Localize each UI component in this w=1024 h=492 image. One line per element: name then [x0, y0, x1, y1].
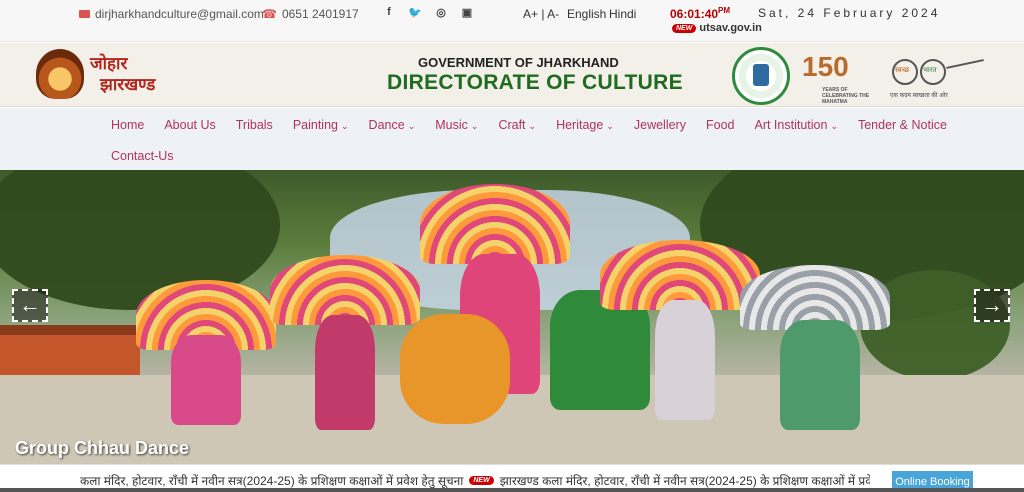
nav-item-art-institution[interactable]: Art Institution ⌄: [754, 118, 838, 132]
current-date: Sat, 24 February 2024: [758, 6, 941, 20]
nav-label[interactable]: Tribals: [236, 118, 273, 132]
phone-text: 0651 2401917: [281, 7, 359, 21]
ticker-text[interactable]: कला मंदिर, होटवार, राँची में नवीन सत्र(2…: [80, 472, 870, 489]
nav-label[interactable]: About Us: [164, 118, 215, 132]
twitter-icon[interactable]: 🐦: [402, 6, 428, 19]
dancer-headdress: [420, 184, 570, 264]
new-badge: NEW: [672, 23, 697, 33]
youtube-icon[interactable]: ▣: [454, 6, 480, 19]
slider-prev-button[interactable]: ←: [12, 289, 48, 322]
sb-tagline: एक कदम स्वच्छता की ओर: [890, 93, 948, 99]
chevron-down-icon: ⌄: [830, 121, 838, 131]
nav-label[interactable]: Contact-Us: [111, 149, 174, 163]
nav-label[interactable]: Craft: [498, 118, 525, 132]
chevron-down-icon: ⌄: [528, 121, 537, 131]
new-badge: NEW: [469, 476, 494, 485]
johar-jharkhand-logo[interactable]: [36, 49, 84, 99]
lang-hindi[interactable]: Hindi: [609, 7, 636, 21]
nav-item-tribals[interactable]: Tribals: [236, 118, 273, 132]
arrow-left-icon: ←: [19, 292, 41, 317]
utsav-link-text[interactable]: utsav.gov.in: [699, 22, 762, 34]
mail-icon: [79, 10, 90, 18]
phone-icon: ☎: [262, 7, 277, 21]
nav-label[interactable]: Art Institution: [754, 118, 827, 132]
gandhi-150-logo: 150 YEARS OF CELEBRATING THE MAHATMA: [802, 51, 874, 105]
nav-label[interactable]: Music: [435, 118, 468, 132]
nav-item-painting[interactable]: Painting ⌄: [293, 118, 349, 132]
utsav-link[interactable]: NEW utsav.gov.in: [672, 22, 762, 34]
nav-label[interactable]: Painting: [293, 118, 338, 132]
logo-text-line1: जोहार: [90, 54, 128, 73]
nav-item-about-us[interactable]: About Us: [164, 118, 215, 132]
nav-label[interactable]: Food: [706, 118, 735, 132]
dancer-figure: [270, 255, 420, 435]
main-nav: Home About Us Tribals Painting ⌄ Dance ⌄ M…: [0, 108, 1024, 170]
site-header: जोहार झारखण्ड GOVERNMENT OF JHARKHAND DI…: [0, 43, 1024, 107]
arrow-right-icon: →: [981, 292, 1003, 317]
sb-word1: स्वच्छ: [895, 67, 910, 74]
facebook-icon[interactable]: f: [376, 6, 402, 19]
logo-150-number: 150: [802, 51, 849, 82]
nav-label[interactable]: Heritage: [556, 118, 603, 132]
email-contact[interactable]: dirjharkhandculture@gmail.com: [79, 7, 264, 21]
nav-row-1: Home About Us Tribals Painting ⌄ Dance ⌄ M…: [111, 118, 947, 132]
nav-item-home[interactable]: Home: [111, 118, 144, 132]
live-clock: 06:01:40PM: [670, 6, 730, 21]
page-bottom-bar: [0, 488, 1024, 492]
swachh-bharat-logo: स्वच्छ भारत एक कदम स्वच्छता की ओर: [888, 51, 988, 99]
chevron-down-icon: ⌄: [341, 121, 349, 131]
dancer-body: [780, 320, 860, 430]
chevron-down-icon: ⌄: [470, 121, 479, 131]
dancer-figure: [136, 280, 276, 450]
clock-ampm: PM: [718, 6, 731, 15]
ticker-item[interactable]: कला मंदिर, होटवार, राँची में नवीन सत्र(2…: [80, 472, 463, 489]
nav-item-dance[interactable]: Dance ⌄: [369, 118, 416, 132]
nav-label[interactable]: Tender & Notice: [858, 118, 947, 132]
lang-english-label[interactable]: English: [567, 7, 606, 21]
lang-hindi-label[interactable]: Hindi: [609, 7, 636, 21]
lion-figure: [400, 314, 510, 424]
nav-label[interactable]: Home: [111, 118, 144, 132]
instagram-icon[interactable]: ◎: [428, 6, 454, 19]
logo-150-caption: YEARS OF CELEBRATING THE MAHATMA: [822, 87, 870, 105]
font-size-controls[interactable]: A+ | A-: [523, 7, 559, 21]
spectacles-arm-icon: [946, 59, 984, 69]
gov-title: GOVERNMENT OF JHARKHAND: [418, 55, 619, 70]
nav-item-heritage[interactable]: Heritage ⌄: [556, 118, 614, 132]
ticker-item[interactable]: झारखण्ड कला मंदिर, होटवार, राँची में नवी…: [500, 472, 870, 489]
dancer-figure: [730, 265, 900, 440]
slider-next-button[interactable]: →: [974, 289, 1010, 322]
dancer-body: [171, 335, 241, 425]
nav-item-craft[interactable]: Craft ⌄: [498, 118, 536, 132]
chevron-down-icon: ⌄: [606, 121, 614, 131]
page-title: DIRECTORATE OF CULTURE: [387, 71, 683, 94]
nav-label[interactable]: Dance: [369, 118, 405, 132]
clock-time: 06:01:40: [670, 7, 719, 21]
social-links: f 🐦 ◎ ▣: [376, 6, 480, 19]
nav-row-2: Contact-Us: [111, 149, 174, 163]
chevron-down-icon: ⌄: [407, 121, 416, 131]
phone-contact[interactable]: ☎ 0651 2401917: [262, 7, 359, 21]
nav-label[interactable]: Jewellery: [634, 118, 686, 132]
nav-item-tender-notice[interactable]: Tender & Notice: [858, 118, 947, 132]
nav-item-food[interactable]: Food: [706, 118, 735, 132]
nav-item-jewellery[interactable]: Jewellery: [634, 118, 686, 132]
sb-word2: भारत: [923, 67, 937, 74]
jharkhand-seal-logo: [732, 47, 790, 105]
lang-english[interactable]: English: [567, 7, 606, 21]
dancer-body: [655, 300, 715, 420]
logo-text-line2: झारखण्ड: [100, 75, 156, 94]
dancer-body: [315, 315, 375, 430]
logo-text[interactable]: जोहार झारखण्ड: [90, 53, 155, 95]
nav-item-music[interactable]: Music ⌄: [435, 118, 478, 132]
hero-slider[interactable]: Group Chhau Dance ← →: [0, 170, 1024, 464]
nav-item-contact-us[interactable]: Contact-Us: [111, 149, 174, 163]
top-bar: dirjharkhandculture@gmail.com ☎ 0651 240…: [0, 0, 1024, 42]
font-size-toggle[interactable]: A+ | A-: [523, 7, 559, 21]
email-text[interactable]: dirjharkhandculture@gmail.com: [95, 7, 264, 21]
slide-caption: Group Chhau Dance: [15, 438, 190, 458]
